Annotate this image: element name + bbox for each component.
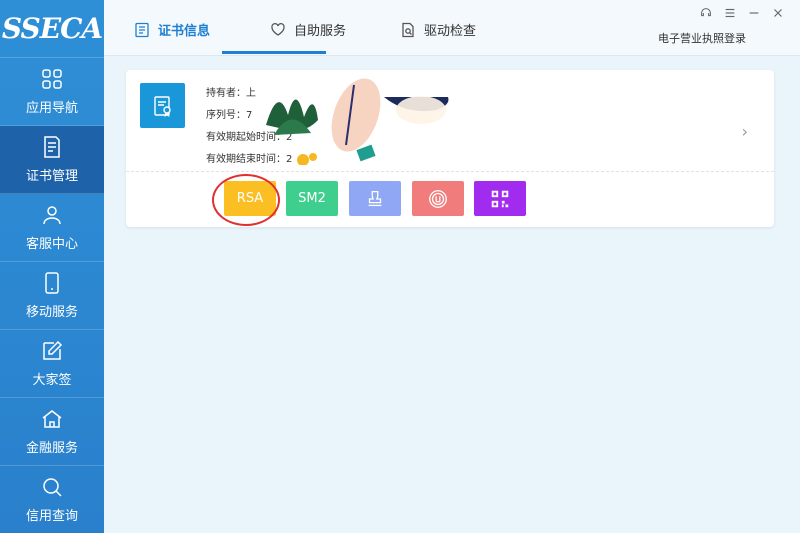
edit-icon [43, 340, 63, 360]
sidebar-item-label: 应用导航 [25, 101, 78, 116]
mobile-icon [45, 272, 59, 294]
certificate-card[interactable]: 持有者：上 序列号：7 有效期起始时间：2 有效期结束时间：2 › RSA SM… [126, 70, 774, 227]
sidebar-item-app-nav[interactable]: 应用导航 [0, 58, 104, 126]
user-icon [43, 206, 61, 225]
card-divider [126, 171, 774, 172]
button-label: SM2 [298, 191, 326, 206]
tab-cert-info[interactable]: 证书信息 [134, 20, 210, 39]
heart-hand-icon [271, 22, 285, 36]
grid-icon [42, 69, 62, 89]
seal-button[interactable] [412, 181, 464, 216]
sidebar-item-label: 金融服务 [25, 441, 78, 456]
certificate-icon [140, 83, 185, 128]
minimize-icon[interactable] [746, 5, 762, 21]
active-tab-indicator [222, 51, 326, 54]
sidebar-item-customer-service[interactable]: 客服中心 [0, 194, 104, 262]
sidebar-item-label: 客服中心 [25, 237, 78, 252]
app-logo: SSECA [0, 0, 104, 58]
sidebar-item-dajiaqian[interactable]: 大家签 [0, 330, 104, 398]
holder-field: 持有者：上 [206, 88, 256, 99]
sidebar-item-financial-service[interactable]: 金融服务 [0, 398, 104, 466]
qrcode-button[interactable] [474, 181, 526, 216]
stamp-icon [368, 190, 382, 206]
sm2-button[interactable]: SM2 [286, 181, 338, 216]
qrcode-icon [491, 190, 509, 207]
sidebar-item-cert-management[interactable]: 证书管理 [0, 126, 104, 194]
sidebar-item-label: 信用查询 [25, 509, 78, 524]
business-license-login-link[interactable]: 电子营业执照登录 [658, 30, 746, 46]
logo-text: SSECA [1, 12, 103, 45]
tab-driver-check[interactable]: 驱动检查 [400, 20, 476, 39]
redaction-artwork [266, 75, 466, 165]
sidebar: SSECA 应用导航 证书管理 客服中心 移动服务 大家签 金融服务 信用查询 [0, 0, 104, 533]
button-label: RSA [236, 191, 264, 206]
sidebar-item-label: 大家签 [32, 373, 72, 388]
doc-search-icon [402, 22, 414, 37]
tab-label: 证书信息 [158, 24, 211, 39]
serial-field: 序列号：7 [206, 110, 253, 121]
chevron-right-icon[interactable]: › [742, 122, 748, 141]
sidebar-item-label: 证书管理 [25, 169, 78, 184]
tab-label: 自助服务 [294, 24, 347, 39]
stamp-button[interactable] [349, 181, 401, 216]
menu-icon[interactable] [722, 5, 738, 21]
tab-label: 驱动检查 [424, 24, 477, 39]
sidebar-item-credit-query[interactable]: 信用查询 [0, 466, 104, 533]
rsa-button[interactable]: RSA [224, 181, 276, 216]
sidebar-item-mobile-service[interactable]: 移动服务 [0, 262, 104, 330]
top-tab-bar: 证书信息 自助服务 驱动检查 电子营业执照登录 [104, 0, 800, 56]
support-icon[interactable] [698, 5, 714, 21]
sidebar-item-label: 移动服务 [25, 305, 78, 320]
certificate-doc-icon [44, 136, 60, 158]
tab-self-service[interactable]: 自助服务 [270, 20, 346, 39]
bank-icon [42, 410, 62, 428]
seal-icon [429, 189, 447, 208]
search-icon [43, 478, 62, 497]
close-icon[interactable] [770, 5, 786, 21]
doc-list-icon [135, 22, 149, 37]
